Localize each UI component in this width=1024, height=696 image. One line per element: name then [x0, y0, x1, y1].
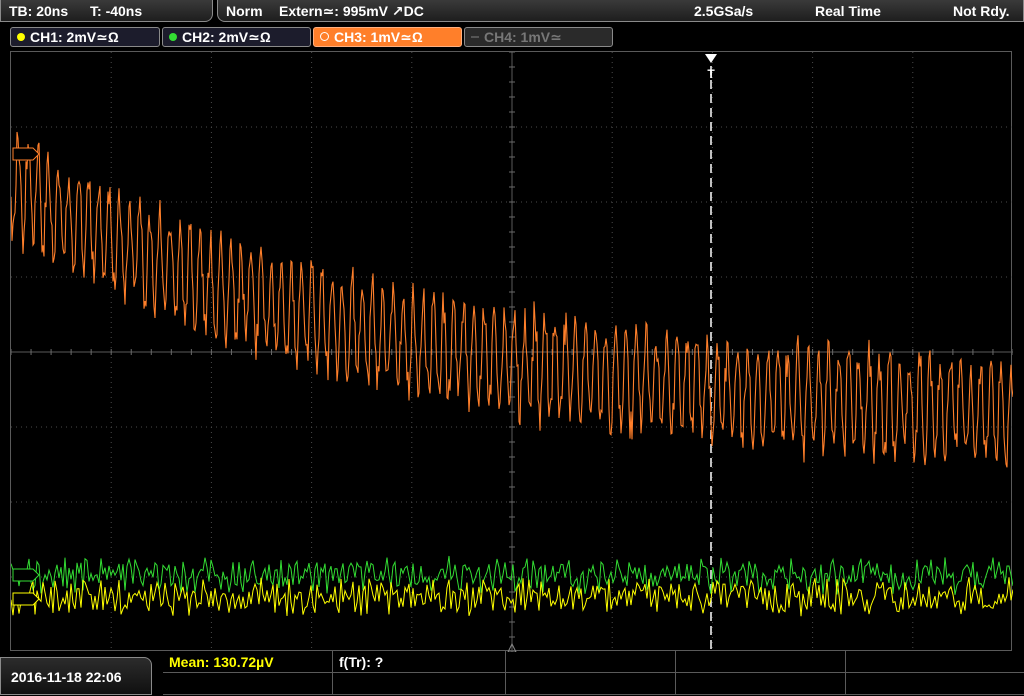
trigger-marker-label: T: [707, 67, 715, 81]
acquisition-mode: Real Time: [815, 3, 881, 19]
channel-3-dot-icon: [320, 32, 329, 41]
trigger-offset-label: T: -40ns: [90, 3, 143, 19]
channel-4-dot-icon: [471, 36, 479, 38]
measurement-slot-3: [506, 651, 676, 673]
trigger-status: Not Rdy.: [953, 3, 1010, 19]
datetime-box: 2016-11-18 22:06: [0, 657, 152, 695]
channel-1-dot-icon: [17, 33, 25, 41]
frequency-measurement: f(Tr): ?: [333, 651, 506, 673]
measurement-slot-5: [846, 651, 1024, 673]
measurement-slot-8: [506, 673, 676, 695]
mean-measurement: Mean: 130.72µV: [163, 651, 333, 673]
measurement-slot-9: [676, 673, 846, 695]
trigger-source: Extern≃: 995mV ↗DC: [279, 3, 424, 19]
channel-2-label: CH2: 2mV≃Ω: [182, 29, 271, 45]
waveform-svg: T: [11, 52, 1013, 652]
measurement-slot-4: [676, 651, 846, 673]
channel-3-label: CH3: 1mV≃Ω: [334, 29, 423, 45]
channel-1-label: CH1: 2mV≃Ω: [30, 29, 119, 45]
timebase-box[interactable]: TB: 20ns T: -40ns: [0, 0, 213, 22]
channel-4-tab[interactable]: CH4: 1mV≃: [464, 27, 613, 47]
measurement-slot-10: [846, 673, 1024, 695]
waveform-display[interactable]: T: [10, 51, 1013, 652]
channel-2-tab[interactable]: CH2: 2mV≃Ω: [162, 27, 311, 47]
measurement-slot-7: [333, 673, 506, 695]
trigger-box[interactable]: Norm Extern≃: 995mV ↗DC 2.5GSa/s Real Ti…: [217, 0, 1024, 22]
ch3-ground-marker-icon: [12, 147, 40, 161]
channel-2-dot-icon: [169, 33, 177, 41]
sample-rate: 2.5GSa/s: [694, 3, 754, 19]
timebase-label: TB: 20ns: [9, 3, 69, 19]
measurement-table[interactable]: Mean: 130.72µV f(Tr): ?: [163, 651, 1024, 695]
measurement-slot-6: [163, 673, 333, 695]
channel-4-label: CH4: 1mV≃: [484, 29, 562, 45]
ch2-ground-marker-icon: [12, 568, 40, 582]
channel-3-tab[interactable]: CH3: 1mV≃Ω: [313, 27, 462, 47]
ch1-ground-marker-icon: [12, 592, 40, 606]
channel-1-tab[interactable]: CH1: 2mV≃Ω: [10, 27, 160, 47]
bottom-bar: 2016-11-18 22:06 Mean: 130.72µV f(Tr): ?: [0, 651, 1024, 695]
channel-bar: CH1: 2mV≃Ω CH2: 2mV≃Ω CH3: 1mV≃Ω CH4: 1m…: [0, 24, 1024, 50]
status-bar: TB: 20ns T: -40ns Norm Extern≃: 995mV ↗D…: [0, 0, 1024, 24]
trigger-mode: Norm: [226, 3, 263, 19]
trigger-arrow-icon: [705, 54, 717, 63]
